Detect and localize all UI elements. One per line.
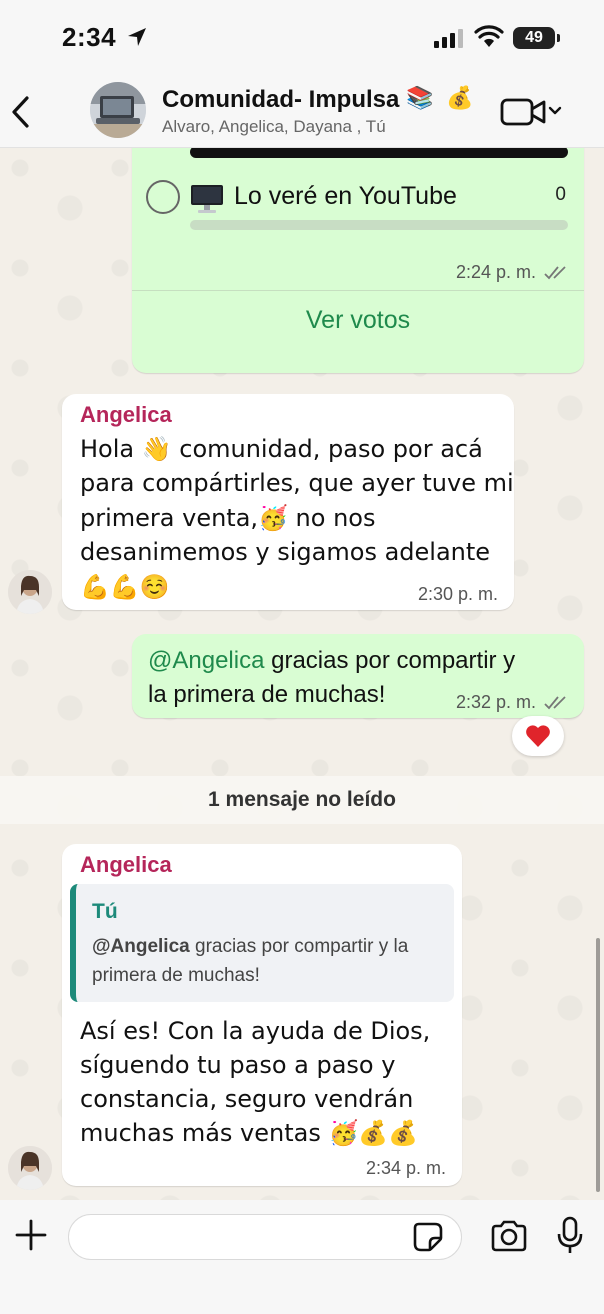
- read-ticks-icon: [544, 266, 566, 280]
- poll-option-bar: [190, 220, 568, 230]
- message-input[interactable]: [68, 1214, 462, 1260]
- incoming-message[interactable]: Angelica Tú @Angelica gracias por compar…: [62, 844, 462, 1186]
- message-line: la primera de muchas!: [148, 681, 386, 708]
- chevron-left-icon[interactable]: [8, 94, 32, 130]
- message-line: muchas más ventas 🥳💰💰: [80, 1119, 419, 1147]
- view-votes-button[interactable]: Ver votos: [132, 306, 584, 335]
- cellular-signal-icon: [434, 29, 463, 48]
- message-line: primera venta,🥳 no nos: [80, 504, 376, 532]
- message-line: @Angelica gracias por compartir y: [148, 647, 516, 674]
- poll-option-votes: 0: [555, 184, 566, 205]
- mention-link[interactable]: @Angelica: [148, 647, 264, 674]
- message-time: 2:32 p. m.: [455, 692, 536, 712]
- group-title[interactable]: Comunidad- Impulsa: [162, 86, 399, 114]
- message-line: Así es! Con la ayuda de Dios,: [80, 1017, 431, 1045]
- group-avatar[interactable]: [90, 82, 146, 138]
- chat-header: Comunidad- Impulsa 📚 💰 Alvaro, Angelica,…: [0, 76, 604, 148]
- poll-message: Lo veré en YouTube 0 2:24 p. m. Ver voto…: [132, 148, 584, 373]
- unread-label: 1 mensaje no leído: [208, 788, 396, 811]
- sender-name: Angelica: [80, 852, 172, 877]
- poll-prev-option-bar: [190, 148, 568, 158]
- avatar[interactable]: [8, 1146, 52, 1190]
- input-bar: [0, 1200, 604, 1314]
- sender-name: Angelica: [80, 402, 172, 427]
- divider: [132, 290, 584, 291]
- outgoing-message[interactable]: @Angelica gracias por compartir y la pri…: [132, 634, 584, 718]
- message-line: Hola 👋 comunidad, paso por acá: [80, 435, 483, 463]
- wifi-icon: [474, 25, 504, 47]
- scrollbar[interactable]: [596, 938, 600, 1192]
- money-bag-emoji: 💰: [446, 86, 474, 111]
- microphone-icon[interactable]: [557, 1216, 583, 1256]
- poll-option-label[interactable]: Lo veré en YouTube: [234, 182, 457, 211]
- message-time: 2:24 p. m.: [455, 262, 536, 282]
- reaction-badge[interactable]: [512, 716, 564, 756]
- quote-text: @Angelica gracias por compartir y la prim…: [92, 936, 409, 986]
- quote-author: Tú: [92, 900, 118, 923]
- plus-icon[interactable]: [14, 1218, 48, 1252]
- message-time: 2:34 p. m.: [365, 1158, 446, 1178]
- desktop-computer-emoji: [190, 184, 224, 219]
- chat-area[interactable]: Lo veré en YouTube 0 2:24 p. m. Ver voto…: [0, 148, 604, 1200]
- sticker-icon[interactable]: [413, 1222, 443, 1252]
- red-heart-icon: [526, 725, 550, 747]
- status-bar: 2:34 49: [0, 0, 604, 76]
- message-line: 💪💪☺️: [80, 573, 170, 601]
- books-emoji: 📚: [406, 86, 434, 111]
- quoted-message[interactable]: Tú @Angelica gracias por compartir y la p…: [70, 884, 454, 1002]
- message-line: constancia, seguro vendrán: [80, 1085, 414, 1113]
- battery-icon: 49: [513, 27, 560, 49]
- video-camera-icon[interactable]: [500, 96, 564, 128]
- message-line: para compártirles, que ayer tuve mi: [80, 469, 514, 497]
- message-line: desanimemos y sigamos adelante: [80, 538, 491, 566]
- poll-option-radio[interactable]: [146, 180, 180, 214]
- unread-divider: 1 mensaje no leído: [0, 776, 604, 824]
- avatar[interactable]: [8, 570, 52, 614]
- read-ticks-icon: [544, 696, 566, 710]
- status-time: 2:34: [62, 22, 117, 52]
- message-time: 2:30 p. m.: [417, 584, 498, 604]
- message-line: síguendo tu paso a paso y: [80, 1051, 396, 1079]
- camera-icon[interactable]: [490, 1220, 528, 1252]
- group-members[interactable]: Alvaro, Angelica, Dayana , Tú: [162, 117, 386, 137]
- incoming-message[interactable]: Angelica Hola 👋 comunidad, paso por acá …: [62, 394, 514, 610]
- location-arrow-icon: [128, 28, 146, 46]
